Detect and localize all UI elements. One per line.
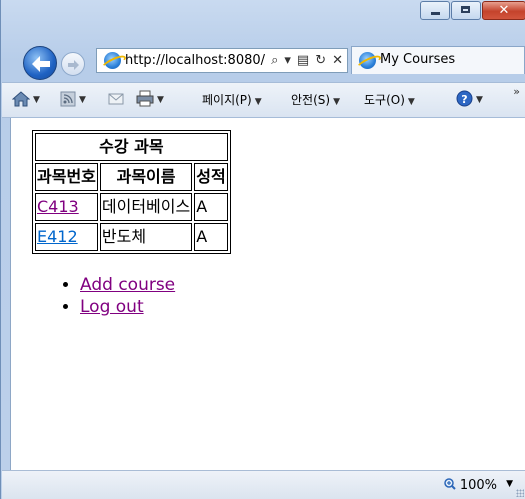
address-bar[interactable]: http://localhost:8080/ ⌕ ▾ ▤ ↻ ✕ xyxy=(96,48,348,73)
back-arrow-icon xyxy=(32,56,50,72)
zoom-dropdown-icon[interactable]: ▼ xyxy=(506,479,513,489)
ie-page-icon xyxy=(104,52,121,69)
forward-button[interactable] xyxy=(61,52,85,76)
zoom-icon xyxy=(443,478,456,490)
help-button[interactable]: ? ▼ xyxy=(456,90,483,108)
close-icon: ✕ xyxy=(498,3,510,18)
list-item: Log out xyxy=(80,296,175,318)
feeds-button[interactable]: ▼ xyxy=(60,90,86,108)
log-out-link[interactable]: Log out xyxy=(80,297,144,317)
more-commands-chevron[interactable]: » xyxy=(513,85,520,98)
mail-button[interactable] xyxy=(108,90,124,106)
zoom-level: 100% xyxy=(459,478,497,493)
back-button[interactable] xyxy=(23,46,57,80)
printer-icon xyxy=(136,90,154,107)
home-button[interactable]: ▼ xyxy=(11,90,40,108)
page-content: 수강 과목 과목번호 과목이름 성적 C413 데이터베이스 A E412 반도… xyxy=(10,118,525,470)
zoom-control[interactable]: 100% xyxy=(443,478,497,493)
course-link-e412[interactable]: E412 xyxy=(37,227,78,246)
close-button[interactable]: ✕ xyxy=(482,1,525,20)
compat-view-icon[interactable]: ▤ xyxy=(297,52,309,70)
action-links: Add course Log out xyxy=(40,274,175,318)
svg-text:?: ? xyxy=(461,93,467,106)
course-name-cell: 데이터베이스 xyxy=(99,193,193,221)
resize-grip[interactable] xyxy=(516,489,524,497)
help-icon: ? xyxy=(456,90,473,107)
tools-menu-label: 도구(O) xyxy=(364,93,405,107)
status-bar: 100% ▼ xyxy=(2,470,525,499)
courses-table: 수강 과목 과목번호 과목이름 성적 C413 데이터베이스 A E412 반도… xyxy=(32,130,231,254)
table-row: C413 데이터베이스 A xyxy=(35,193,228,221)
minimize-icon xyxy=(431,12,440,15)
print-button[interactable]: ▼ xyxy=(136,90,164,108)
header-grade: 성적 xyxy=(194,163,228,191)
grade-cell: A xyxy=(194,193,228,221)
feeds-icon xyxy=(60,91,76,106)
stop-icon[interactable]: ✕ xyxy=(332,52,343,70)
maximize-button[interactable] xyxy=(451,1,481,20)
address-input[interactable]: http://localhost:8080/ xyxy=(125,52,271,70)
address-tools: ⌕ ▾ ▤ ↻ ✕ xyxy=(271,52,343,70)
page-menu[interactable]: 페이지(P) ▼ xyxy=(202,92,262,110)
minimize-button[interactable] xyxy=(420,1,450,20)
safety-menu[interactable]: 안전(S) ▼ xyxy=(291,92,340,110)
maximize-icon xyxy=(461,6,470,13)
tab-ie-icon xyxy=(359,52,376,69)
course-code-cell: C413 xyxy=(35,193,98,221)
mail-icon xyxy=(108,93,124,104)
tools-menu[interactable]: 도구(O) ▼ xyxy=(364,92,415,110)
search-icon[interactable]: ⌕ xyxy=(271,52,278,70)
safety-menu-label: 안전(S) xyxy=(291,93,331,107)
command-bar: ▼ ▼ ▼ 페이지(P) ▼ 안전(S) ▼ 도구(O) ▼ ? ▼ » xyxy=(2,82,525,118)
course-code-cell: E412 xyxy=(35,223,98,251)
forward-arrow-icon xyxy=(68,60,79,70)
course-name-cell: 반도체 xyxy=(99,223,193,251)
header-course-name: 과목이름 xyxy=(99,163,193,191)
course-link-c413[interactable]: C413 xyxy=(37,197,79,216)
tab-title: My Courses xyxy=(380,52,456,67)
address-dropdown-icon[interactable]: ▾ xyxy=(284,52,291,70)
tab-my-courses[interactable]: My Courses xyxy=(351,46,525,74)
list-item: Add course xyxy=(80,274,175,296)
home-icon xyxy=(11,91,31,107)
table-caption: 수강 과목 xyxy=(35,133,228,161)
add-course-link[interactable]: Add course xyxy=(80,275,175,295)
page-menu-label: 페이지(P) xyxy=(202,93,252,107)
header-course-code: 과목번호 xyxy=(35,163,98,191)
table-row: E412 반도체 A xyxy=(35,223,228,251)
refresh-icon[interactable]: ↻ xyxy=(315,52,326,70)
grade-cell: A xyxy=(194,223,228,251)
caption-buttons: ✕ xyxy=(419,1,525,23)
browser-window: ✕ http://localhost:8080/ ⌕ ▾ ▤ ↻ ✕ My Co… xyxy=(0,0,525,499)
